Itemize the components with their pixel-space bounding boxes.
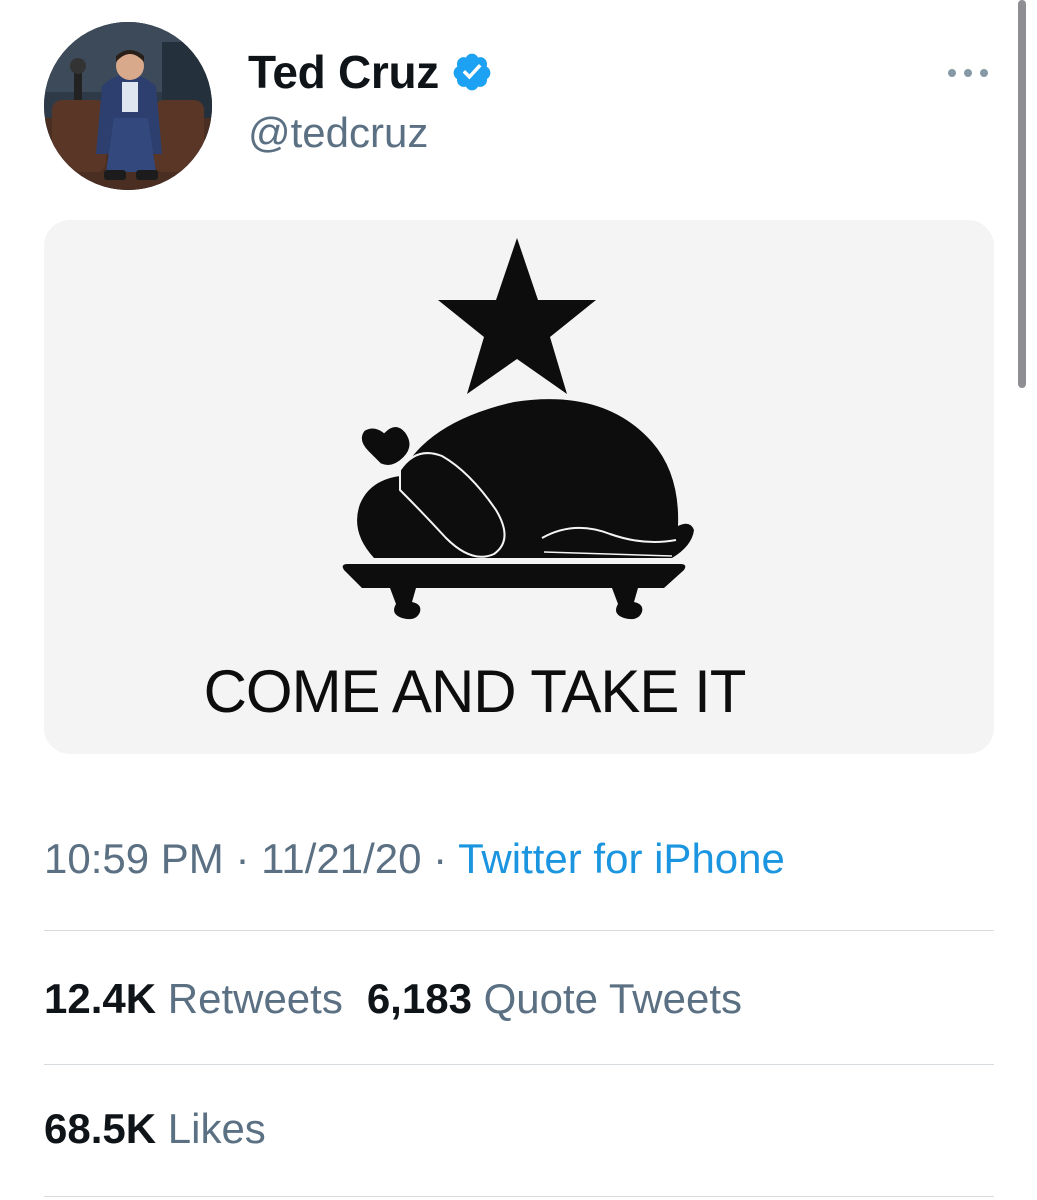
- quote-tweets-count: 6,183: [366, 975, 472, 1022]
- divider: [44, 1196, 994, 1197]
- scrollbar[interactable]: [1018, 0, 1026, 388]
- likes-count: 68.5K: [44, 1105, 157, 1152]
- quote-tweets-stat[interactable]: 6,183 Quote Tweets: [367, 978, 742, 1020]
- author-handle[interactable]: @tedcruz: [248, 112, 428, 154]
- likes-stats: 68.5K Likes: [44, 1108, 266, 1150]
- author-avatar[interactable]: [44, 22, 212, 190]
- flag-caption-text: COME AND TAKE IT: [203, 658, 747, 725]
- likes-stat[interactable]: 68.5K Likes: [44, 1108, 266, 1150]
- retweets-count: 12.4K: [44, 975, 157, 1022]
- divider: [44, 1064, 994, 1065]
- divider: [44, 930, 994, 931]
- retweets-stat[interactable]: 12.4K Retweets: [44, 978, 343, 1020]
- quote-tweets-label: Quote Tweets: [483, 975, 742, 1022]
- author-name-row[interactable]: Ted Cruz: [248, 42, 493, 102]
- star-icon: [438, 238, 596, 394]
- tweet-meta: 10:59 PM · 11/21/20 · Twitter for iPhone: [44, 838, 785, 880]
- more-horizontal-icon: [946, 67, 990, 79]
- author-display-name[interactable]: Ted Cruz: [248, 49, 439, 95]
- more-options-button[interactable]: [940, 58, 996, 88]
- verified-badge-icon: [451, 51, 493, 93]
- tweet-source-link[interactable]: Twitter for iPhone: [458, 835, 785, 882]
- engagement-stats: 12.4K Retweets 6,183 Quote Tweets: [44, 978, 742, 1020]
- retweets-label: Retweets: [167, 975, 343, 1022]
- meta-separator: ·: [421, 835, 459, 882]
- likes-label: Likes: [167, 1105, 266, 1152]
- tweet-time[interactable]: 10:59 PM: [44, 835, 224, 882]
- tweet-date[interactable]: 11/21/20: [261, 835, 421, 882]
- meta-separator: ·: [223, 835, 262, 882]
